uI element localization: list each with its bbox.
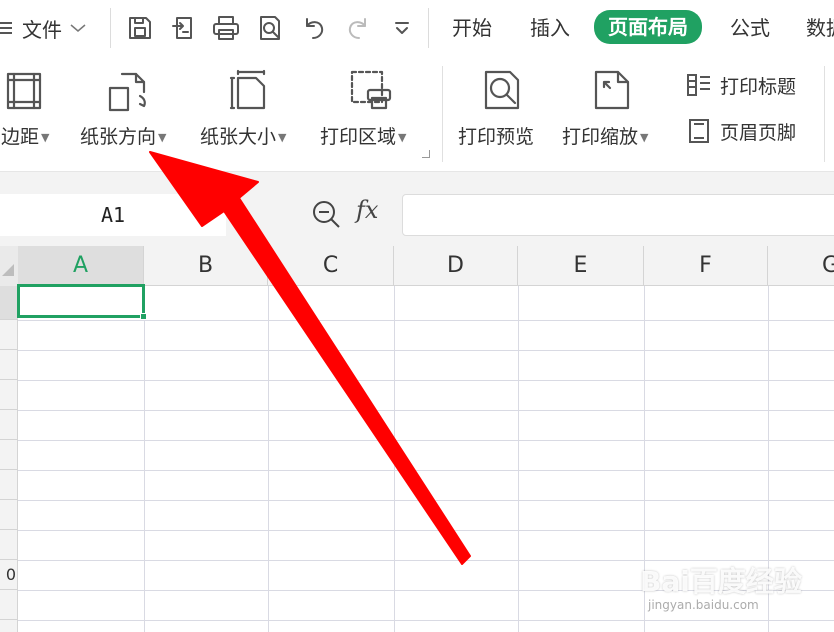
top-menu-bar: 文件 开始 插入 页面布局 公式 数据 [0,0,834,56]
caret-icon: ▼ [158,131,167,144]
grid-line [518,286,519,632]
row-header-1[interactable] [0,286,18,320]
fx-icon[interactable]: fx [356,196,378,224]
undo-icon[interactable] [300,12,328,44]
grid-line [18,620,834,621]
grid-line [18,560,834,561]
grid-line [18,350,834,351]
dialog-launcher-icon[interactable] [422,150,430,158]
print-area-button[interactable]: 打印区域 ▼ [320,64,420,164]
grid-line [144,286,145,632]
grid-line [18,470,834,471]
divider [824,66,825,162]
grid-line [18,440,834,441]
redo-icon[interactable] [344,12,372,44]
grid-line [18,410,834,411]
column-header-row: A B C D E F G [0,246,834,286]
row-header-9[interactable] [0,530,18,560]
row-header-7[interactable] [0,470,18,500]
margins-button[interactable]: 页边距▼ [0,64,62,164]
grid-line [768,286,769,632]
menu-icon [0,22,12,34]
grid-line [18,590,834,591]
print-area-icon [348,68,392,112]
active-cell-a1[interactable] [17,284,147,320]
caret-icon: ▼ [41,131,50,144]
tab-data[interactable]: 数据 [806,14,834,42]
select-all-icon [2,264,14,276]
caret-icon: ▼ [398,131,407,144]
row-header-3[interactable] [0,350,18,380]
grid-line [18,380,834,381]
column-header-b[interactable]: B [144,246,268,286]
grid-line [394,286,395,632]
file-menu[interactable]: 文件 [0,14,86,42]
row-header-2[interactable] [0,320,18,350]
more-icon[interactable] [388,12,416,44]
formula-input[interactable] [402,194,834,236]
scale-icon [590,68,634,112]
formula-bar: A1 fx [0,172,834,246]
paper-size-button[interactable]: 纸张大小 ▼ [200,64,300,164]
divider [428,8,429,48]
divider [442,66,443,162]
print-titles-icon [687,74,710,96]
divider [110,8,111,48]
print-preview-label: 打印预览 [458,126,535,148]
header-footer-label: 页眉页脚 [720,121,797,144]
tab-formulas[interactable]: 公式 [730,14,770,42]
row-header-5[interactable] [0,410,18,440]
column-header-c[interactable]: C [268,246,394,286]
paper-size-label: 纸张大小 [200,126,277,148]
save-icon[interactable] [126,12,154,44]
column-header-e[interactable]: E [518,246,644,286]
header-footer-button[interactable]: 页眉页脚 [686,116,796,146]
grid-line [18,500,834,501]
print-preview-button[interactable]: 打印预览 [458,64,544,164]
column-header-g[interactable]: G [768,246,834,286]
margins-icon [2,68,46,112]
name-box[interactable]: A1 [0,194,226,236]
row-header-8[interactable] [0,500,18,530]
print-titles-button[interactable]: 打印标题 [686,70,796,100]
orientation-button[interactable]: 纸张方向 ▼ [80,64,180,164]
print-area-label: 打印区域 [320,126,397,148]
row-header-6[interactable] [0,440,18,470]
row-header-11[interactable] [0,590,18,620]
column-header-d[interactable]: D [394,246,518,286]
print-scale-label: 打印缩放 [562,126,639,148]
paper-size-icon [228,68,272,112]
caret-icon: ▼ [640,131,649,144]
header-footer-icon [689,119,709,143]
print-scale-button[interactable]: 打印缩放 ▼ [562,64,662,164]
export-pdf-icon[interactable] [170,12,198,44]
preview-icon [480,68,524,112]
margins-label: 页边距 [0,126,40,148]
print-icon[interactable] [212,12,240,44]
row-header-10[interactable]: 0 [0,560,18,590]
ribbon-page-layout: 页边距▼ 纸张方向▼ 纸张大小▼ 打印区域▼ 打印预览 打印缩放▼ 打印标 [0,56,834,172]
file-menu-label: 文件 [22,17,62,42]
spreadsheet-grid[interactable]: A B C D E F G 0 [0,246,834,632]
fill-handle[interactable] [140,313,147,320]
orientation-icon [106,68,150,112]
column-header-f[interactable]: F [644,246,768,286]
tab-insert[interactable]: 插入 [530,14,570,42]
grid-line [268,286,269,632]
tab-home[interactable]: 开始 [452,14,492,42]
chevron-down-icon [70,24,86,32]
grid-line [18,320,834,321]
row-header-4[interactable] [0,380,18,410]
select-all-corner[interactable] [0,246,18,286]
column-header-a[interactable]: A [18,246,144,286]
print-preview-icon[interactable] [256,12,284,44]
orientation-label: 纸张方向 [80,126,157,148]
grid-line [644,286,645,632]
print-titles-label: 打印标题 [720,75,797,98]
grid-line [18,530,834,531]
zoom-icon[interactable] [312,200,342,234]
tab-page-layout[interactable]: 页面布局 [594,10,702,44]
caret-icon: ▼ [278,131,287,144]
